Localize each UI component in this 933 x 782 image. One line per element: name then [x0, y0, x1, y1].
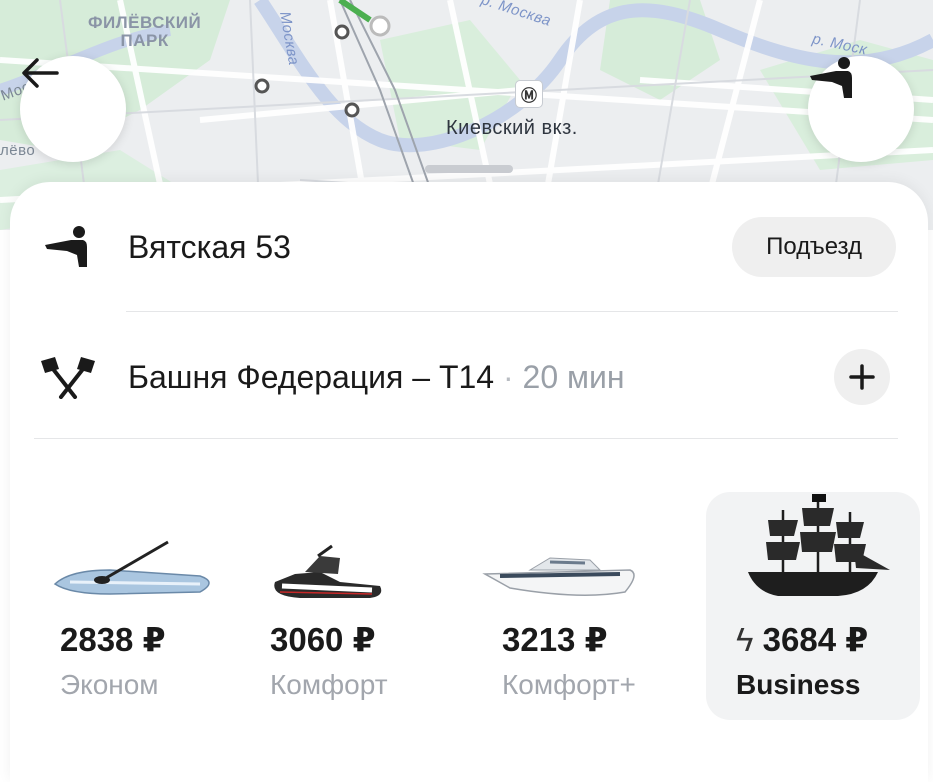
checkered-flags-icon: [38, 352, 98, 402]
tariff-card-business[interactable]: ϟ 3684 ₽ Business: [706, 492, 920, 720]
route-to-row[interactable]: Башня Федерация – Т14 · 20 мин: [10, 322, 928, 432]
plus-icon: [849, 364, 875, 390]
to-address-line: Башня Федерация – Т14 · 20 мин: [128, 359, 625, 396]
pirate-ship-image: [748, 494, 890, 596]
tariff-name: Комфорт+: [502, 669, 636, 700]
map-label-park: ФИЛЁВСКИЙ ПАРК: [88, 14, 201, 50]
speedboat-image: [482, 557, 635, 596]
tariff-card-comfort[interactable]: 3060 ₽ Комфорт: [260, 492, 440, 720]
entrance-button[interactable]: Подъезд: [732, 217, 896, 277]
separator-dot: ·: [502, 358, 514, 395]
tariff-card-econom[interactable]: 2838 ₽ Эконом: [50, 492, 230, 720]
tariff-name: Business: [736, 669, 861, 700]
tariff-list: 2838 ₽ Эконом 3060 ₽ Комфорт 3213 ₽ Комф…: [10, 487, 928, 727]
park-label-line1: ФИЛЁВСКИЙ: [88, 13, 202, 32]
tariff-price: 3684 ₽: [762, 621, 869, 658]
back-button[interactable]: [20, 56, 126, 162]
order-sheet: Вятская 53 Подъезд Башня Федерация – Т14…: [10, 182, 928, 782]
from-address: Вятская 53: [128, 228, 291, 265]
arrow-left-icon: [22, 58, 59, 88]
sup-board-image: [53, 540, 210, 595]
map-label-station: Киевский вкз.: [446, 117, 578, 139]
pickup-person-icon: [38, 222, 98, 272]
divider: [126, 311, 898, 312]
add-stop-button[interactable]: [834, 349, 890, 405]
route-from-row[interactable]: Вятская 53 Подъезд: [10, 192, 928, 302]
to-address: Башня Федерация – Т14: [128, 358, 495, 395]
pickup-person-icon: [810, 57, 852, 98]
tariff-price: 3060 ₽: [270, 621, 376, 658]
jet-ski-image: [274, 544, 382, 598]
metro-station-icon: Ⓜ: [515, 80, 543, 108]
lightning-icon: ϟ: [736, 621, 754, 658]
sheet-drag-handle[interactable]: [425, 165, 513, 173]
eta: 20 мин: [522, 358, 625, 395]
tariff-name: Эконом: [60, 669, 159, 700]
pickup-location-button[interactable]: [808, 56, 914, 162]
divider: [34, 438, 898, 439]
tariff-price-line: ϟ 3684 ₽: [736, 620, 868, 659]
tariff-card-comfort-plus[interactable]: 3213 ₽ Комфорт+: [480, 492, 670, 720]
map-label-edge-2: лёво: [0, 142, 36, 159]
tariff-price: 3213 ₽: [502, 621, 608, 658]
park-label-line2: ПАРК: [120, 31, 169, 50]
tariff-price: 2838 ₽: [60, 621, 166, 658]
tariff-name: Комфорт: [270, 669, 388, 700]
